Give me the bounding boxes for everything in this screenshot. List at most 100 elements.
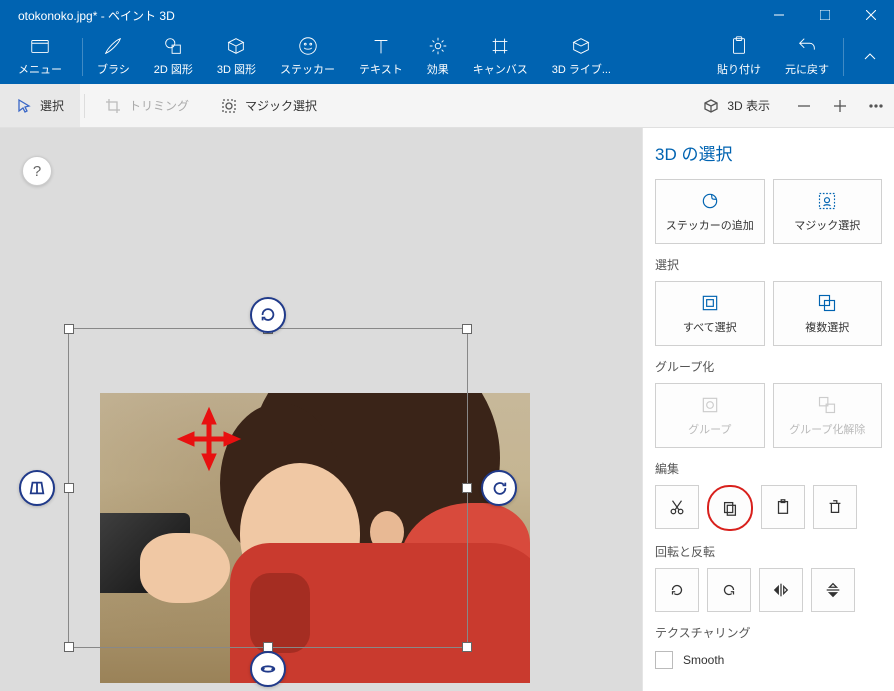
section-select-label: 選択 [655, 256, 882, 273]
select-label: 選択 [40, 97, 64, 114]
selection-box[interactable] [68, 328, 468, 648]
zoom-in-button[interactable] [822, 98, 858, 114]
panel-row-select: すべて選択 複数選択 [655, 281, 882, 346]
select-all-button[interactable]: すべて選択 [655, 281, 765, 346]
copy-button[interactable] [707, 485, 753, 531]
cut-button[interactable] [655, 485, 699, 529]
more-icon [868, 98, 884, 114]
shapes-3d-icon [225, 35, 247, 57]
sticker-add-icon [700, 191, 720, 211]
paste-icon [728, 35, 750, 57]
sticker-icon [297, 35, 319, 57]
panel-magic-select-button[interactable]: マジック選択 [773, 179, 883, 244]
help-button[interactable]: ? [22, 156, 52, 186]
rotate-right-button[interactable] [707, 568, 751, 612]
smooth-label: Smooth [683, 653, 724, 667]
close-button[interactable] [848, 0, 894, 30]
text-button[interactable]: テキスト [347, 30, 415, 84]
zoom-out-button[interactable] [786, 98, 822, 114]
paste-button[interactable]: 貼り付け [705, 30, 773, 84]
tilt-icon [28, 479, 46, 497]
magic-select-tool[interactable]: マジック選択 [205, 84, 333, 127]
crop-label: トリミング [129, 97, 189, 114]
undo-label: 元に戻す [785, 61, 829, 77]
magic-select-label: マジック選択 [245, 97, 317, 114]
flip-vertical-button[interactable] [811, 568, 855, 612]
rotate-icon [259, 306, 277, 324]
minus-icon [796, 98, 812, 114]
canvas-label: キャンバス [473, 61, 528, 77]
add-sticker-label: ステッカーの追加 [666, 217, 754, 233]
text-icon [370, 35, 392, 57]
rotate-left-button[interactable] [655, 568, 699, 612]
plus-icon [832, 98, 848, 114]
effect-button[interactable]: 効果 [415, 30, 461, 84]
flip-horizontal-button[interactable] [759, 568, 803, 612]
resize-handle-w[interactable] [64, 483, 74, 493]
3d-library-button[interactable]: 3D ライブ... [540, 30, 623, 84]
shapes-2d-icon [162, 35, 184, 57]
window-title: otokonoko.jpg* - ペイント 3D [10, 7, 175, 24]
resize-handle-e[interactable] [462, 483, 472, 493]
rotate-y-handle[interactable] [481, 470, 517, 506]
add-sticker-button[interactable]: ステッカーの追加 [655, 179, 765, 244]
smooth-checkbox[interactable] [655, 651, 673, 669]
undo-button[interactable]: 元に戻す [773, 30, 841, 84]
3d-view-label: 3D 表示 [727, 97, 770, 114]
crop-tool[interactable]: トリミング [89, 84, 205, 127]
rotate-z-handle[interactable] [250, 297, 286, 333]
text-label: テキスト [359, 61, 403, 77]
select-tool[interactable]: 選択 [0, 84, 80, 127]
resize-handle-se[interactable] [462, 642, 472, 652]
rotate-x-handle[interactable] [19, 470, 55, 506]
brush-label: ブラシ [97, 61, 130, 77]
resize-handle-ne[interactable] [462, 324, 472, 334]
title-bar: otokonoko.jpg* - ペイント 3D [0, 0, 894, 30]
group-button: グループ [655, 383, 765, 448]
ribbon-spacer [623, 30, 705, 84]
3d-shapes-button[interactable]: 3D 図形 [205, 30, 268, 84]
more-button[interactable] [858, 98, 894, 114]
flip-h-icon [772, 581, 790, 599]
menu-label: メニュー [18, 61, 62, 77]
view-3d-icon [703, 98, 719, 114]
panel-row-edit [655, 485, 882, 531]
spin-icon [490, 479, 508, 497]
delete-button[interactable] [813, 485, 857, 529]
panel-paste-button[interactable] [761, 485, 805, 529]
collapse-ribbon-button[interactable] [846, 30, 894, 84]
resize-handle-nw[interactable] [64, 324, 74, 334]
ribbon: メニュー ブラシ 2D 図形 3D 図形 ステッカー テキスト 効果 [0, 30, 894, 84]
orbit-icon [259, 660, 277, 678]
rotate-free-handle[interactable] [250, 651, 286, 687]
brush-button[interactable]: ブラシ [85, 30, 142, 84]
folder-icon [29, 35, 51, 57]
multi-select-icon [817, 293, 837, 313]
2d-shapes-button[interactable]: 2D 図形 [142, 30, 205, 84]
effect-icon [427, 35, 449, 57]
canvas-area[interactable]: ? [0, 128, 642, 691]
section-group-label: グループ化 [655, 358, 882, 375]
maximize-button[interactable] [802, 0, 848, 30]
group-icon [700, 395, 720, 415]
minimize-button[interactable] [756, 0, 802, 30]
cut-icon [668, 498, 686, 516]
sticker-button[interactable]: ステッカー [268, 30, 347, 84]
move-cursor-overlay [174, 404, 244, 479]
paste-label: 貼り付け [717, 61, 761, 77]
section-edit-label: 編集 [655, 460, 882, 477]
multi-select-button[interactable]: 複数選択 [773, 281, 883, 346]
separator [843, 38, 844, 76]
panel-magic-select-label: マジック選択 [794, 217, 860, 233]
3d-library-label: 3D ライブ... [552, 61, 611, 77]
canvas-button[interactable]: キャンバス [461, 30, 540, 84]
secondary-toolbar: 選択 トリミング マジック選択 3D 表示 [0, 84, 894, 128]
menu-button[interactable]: メニュー [0, 30, 80, 84]
panel-row-top: ステッカーの追加 マジック選択 [655, 179, 882, 244]
trash-icon [826, 498, 844, 516]
3d-view-tool[interactable]: 3D 表示 [687, 84, 786, 127]
magic-select-icon [221, 98, 237, 114]
resize-handle-sw[interactable] [64, 642, 74, 652]
separator [82, 38, 83, 76]
flip-v-icon [824, 581, 842, 599]
